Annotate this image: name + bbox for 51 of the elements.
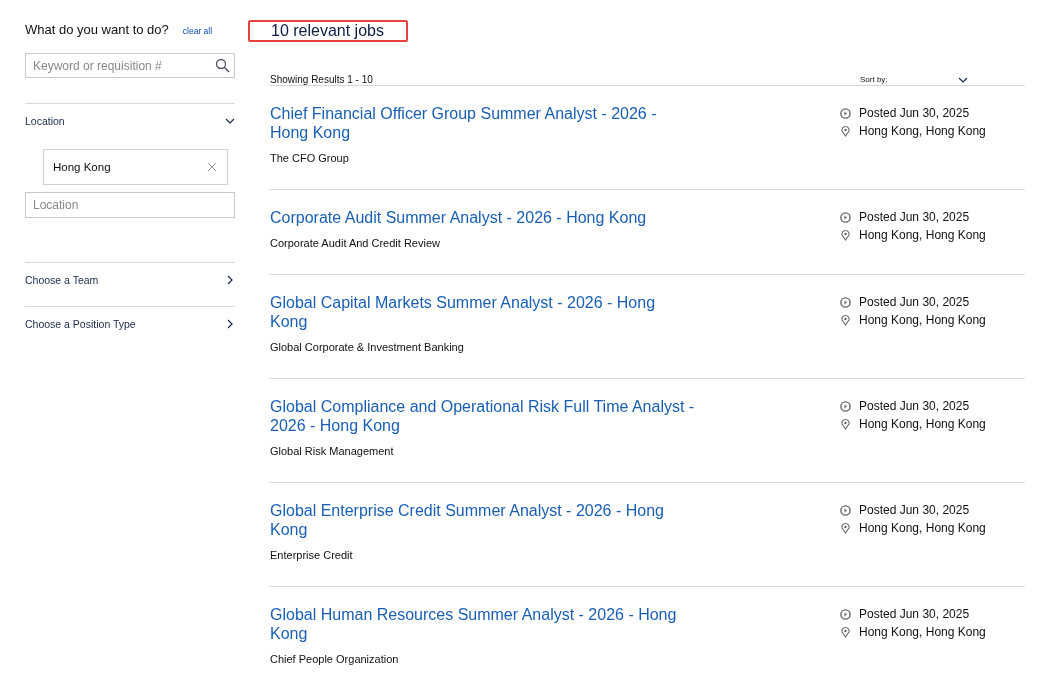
posted-date: Posted Jun 30, 2025 xyxy=(859,295,970,309)
posted-date: Posted Jun 30, 2025 xyxy=(859,399,970,413)
clock-icon xyxy=(840,504,851,516)
chevron-icon xyxy=(225,274,235,285)
filter-header[interactable]: Choose a Team xyxy=(25,262,235,296)
location-pin-icon xyxy=(840,418,851,430)
results-count: 10 relevant jobs xyxy=(271,22,384,40)
job-team: Global Corporate & Investment Banking xyxy=(270,341,465,353)
job-team: Chief People Organization xyxy=(270,653,400,665)
filter-heading: What do you want to do? xyxy=(25,22,169,37)
clock-icon xyxy=(840,296,851,308)
job-team: The CFO Group xyxy=(270,152,350,164)
location-pin-icon xyxy=(840,522,851,534)
job-location: Hong Kong, Hong Kong xyxy=(859,228,986,242)
location-pin-icon xyxy=(840,626,851,638)
location-field[interactable]: Location xyxy=(25,192,235,218)
job-title-link[interactable]: Global Capital Markets Summer Analyst - 2026 - Hong Kong xyxy=(270,293,695,331)
search-icon[interactable] xyxy=(215,58,230,73)
location-pin-icon xyxy=(840,314,851,326)
job-location: Hong Kong, Hong Kong xyxy=(859,313,986,327)
job-title-link[interactable]: Global Human Resources Summer Analyst - 2026 - Hong Kong xyxy=(270,605,695,643)
job-location: Hong Kong, Hong Kong xyxy=(859,124,986,138)
filter-header[interactable]: Choose a Position Type xyxy=(25,306,235,340)
job-team: Enterprise Credit xyxy=(270,549,354,561)
location-pin-icon xyxy=(840,125,851,137)
clock-icon xyxy=(840,400,851,412)
clock-icon xyxy=(840,211,851,223)
posted-date: Posted Jun 30, 2025 xyxy=(859,210,970,224)
close-icon[interactable] xyxy=(207,162,217,172)
job-title-link[interactable]: Chief Financial Officer Group Summer Analyst - 2026 - Hong Kong xyxy=(270,104,695,142)
clock-icon xyxy=(840,107,851,119)
sort-dropdown[interactable]: Sort by: xyxy=(860,74,980,85)
clear-all-link[interactable]: clear all xyxy=(182,26,213,36)
posted-date: Posted Jun 30, 2025 xyxy=(859,106,970,120)
chevron-icon xyxy=(225,318,235,329)
keyword-search-field[interactable]: Keyword or requisition # xyxy=(25,53,235,78)
job-title-link[interactable]: Corporate Audit Summer Analyst - 2026 - Hong Kong xyxy=(270,208,695,227)
job-location: Hong Kong, Hong Kong xyxy=(859,625,986,639)
location-filter-header[interactable]: Location xyxy=(25,103,235,137)
results-range: Showing Results 1 - 10 xyxy=(270,74,373,85)
job-title-link[interactable]: Global Enterprise Credit Summer Analyst - 2026 - Hong Kong xyxy=(270,501,695,539)
location-pin-icon xyxy=(840,229,851,241)
job-location: Hong Kong, Hong Kong xyxy=(859,521,986,535)
job-location: Hong Kong, Hong Kong xyxy=(859,417,986,431)
posted-date: Posted Jun 30, 2025 xyxy=(859,503,970,517)
job-team: Corporate Audit And Credit Review xyxy=(270,237,441,249)
job-team: Global Risk Management xyxy=(270,445,395,457)
chip-label: Hong Kong xyxy=(53,161,111,173)
job-title-link[interactable]: Global Compliance and Operational Risk Full Time Analyst - 2026 - Hong Kong xyxy=(270,397,695,435)
posted-date: Posted Jun 30, 2025 xyxy=(859,607,970,621)
clock-icon xyxy=(840,608,851,620)
